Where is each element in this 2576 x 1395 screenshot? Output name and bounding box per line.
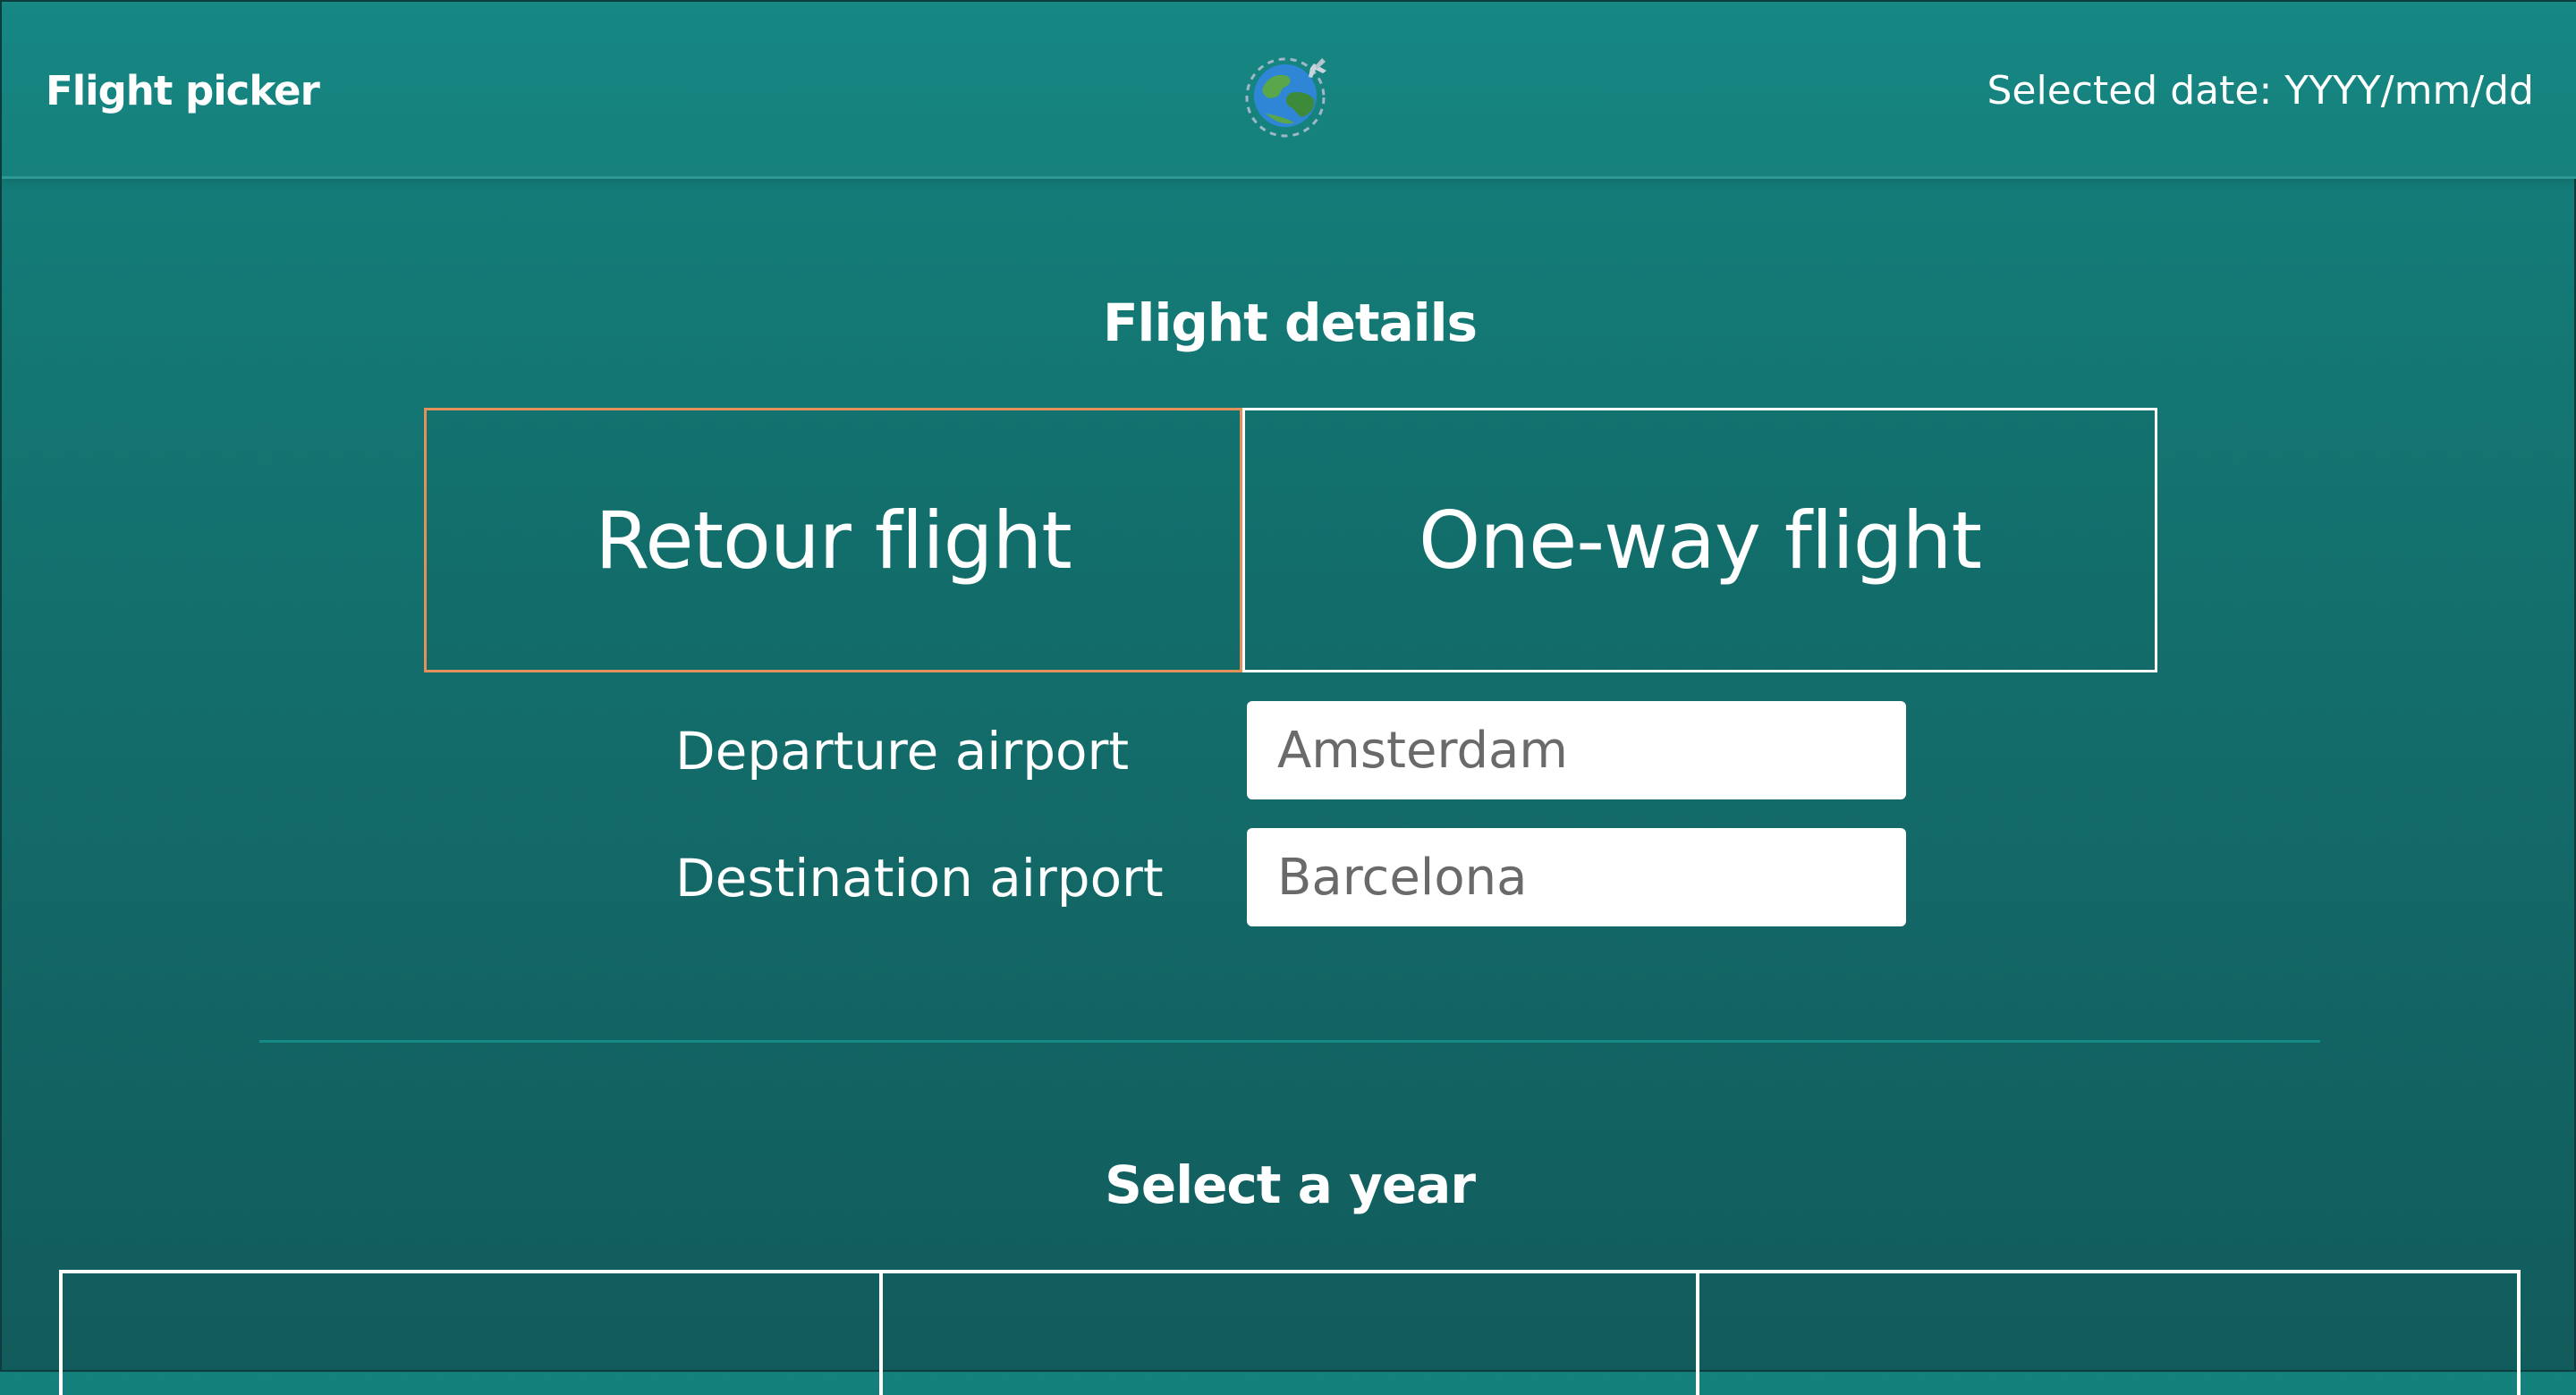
- one-way-flight-button[interactable]: One-way flight: [1242, 408, 2157, 672]
- top-bar: Flight picker Selected date: YYYY/mm/dd: [2, 2, 2576, 179]
- year-option-3[interactable]: [1696, 1270, 2521, 1395]
- retour-flight-button[interactable]: Retour flight: [424, 408, 1242, 672]
- globe-airplane-icon: [1245, 57, 1326, 138]
- departure-airport-label: Departure airport: [675, 721, 1130, 782]
- flight-details-heading: Flight details: [1102, 292, 1478, 353]
- app-title: Flight picker: [46, 67, 320, 114]
- departure-airport-input[interactable]: [1247, 701, 1906, 799]
- year-option-2[interactable]: [879, 1270, 1699, 1395]
- select-year-heading: Select a year: [1105, 1154, 1476, 1215]
- year-option-1[interactable]: [59, 1270, 883, 1395]
- destination-airport-label: Destination airport: [675, 848, 1164, 909]
- section-divider: [259, 1040, 2320, 1043]
- flight-picker-app: Flight picker Selected date: YYYY/mm/dd …: [0, 0, 2576, 1395]
- destination-airport-input[interactable]: [1247, 828, 1906, 926]
- selected-date-display: Selected date: YYYY/mm/dd: [1987, 68, 2535, 114]
